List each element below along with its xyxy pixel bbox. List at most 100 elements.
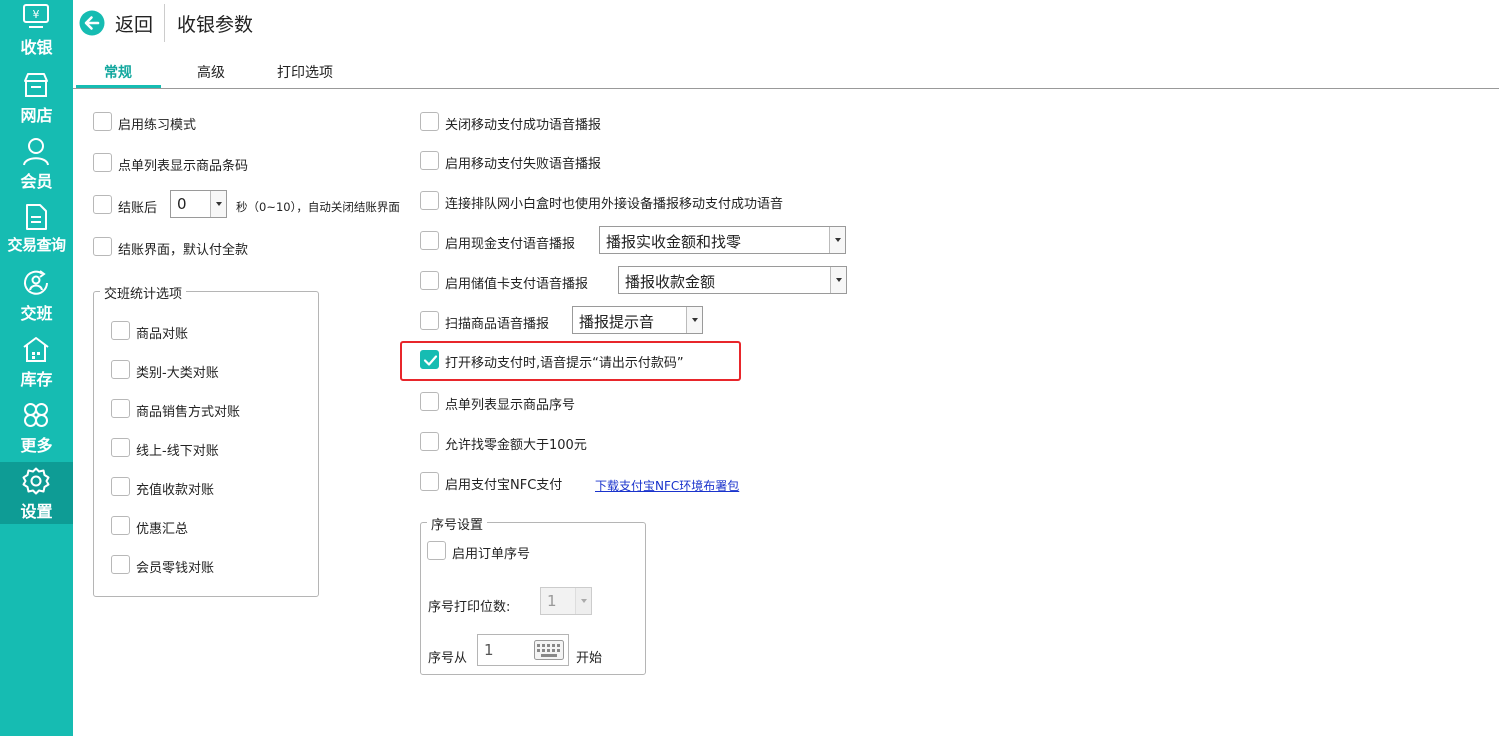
order-serial-label: 启用订单序号 [452, 547, 531, 562]
shift-option-checkbox[interactable] [111, 399, 130, 418]
document-icon [26, 204, 47, 230]
show-serial-label: 点单列表显示商品序号 [445, 398, 576, 413]
sidebar-item-cashier[interactable]: ¥ 收银 [0, 0, 73, 62]
serial-digits-label: 序号打印位数: [428, 600, 511, 615]
serial-start-prefix: 序号从 [428, 651, 468, 666]
shift-stats-group-title: 交班统计选项 [100, 283, 187, 302]
sidebar-item-label: 设置 [20, 502, 53, 521]
stored-card-voice-select[interactable]: 播报收款金额 [618, 266, 847, 294]
sidebar-item-label: 交易查询 [7, 236, 66, 254]
tab-bar: 常规 高级 打印选项 [73, 56, 1499, 89]
shift-option-checkbox[interactable] [111, 321, 130, 340]
close-mobile-success-voice-checkbox[interactable] [420, 112, 439, 131]
mobile-pay-prompt-label: 打开移动支付时,语音提示“请出示付款码” [445, 356, 684, 371]
sidebar-item-inventory[interactable]: 库存 [0, 330, 73, 392]
serial-settings-group: 序号设置 启用订单序号 序号打印位数: 1 序号从 1 开始 [420, 514, 646, 675]
sidebar-item-label: 库存 [20, 370, 53, 389]
shift-option-checkbox[interactable] [111, 438, 130, 457]
shift-option-label: 类别-大类对账 [136, 366, 219, 381]
sidebar: ¥ 收银 网店 会员 交易查询 交班 库存 更多 设置 [0, 0, 73, 736]
sidebar-item-label: 更多 [20, 436, 53, 455]
auto-close-suffix: 秒（0~10），自动关闭结账界面 [236, 200, 400, 214]
app-window: ¥ 收银 网店 会员 交易查询 交班 库存 更多 设置 返回 收银参数 常规 高… [0, 0, 1499, 736]
external-device-voice-checkbox[interactable] [420, 191, 439, 210]
cash-voice-select-value: 播报实收金额和找零 [606, 233, 742, 251]
sidebar-item-shift[interactable]: 交班 [0, 264, 73, 326]
mobile-fail-voice-label: 启用移动支付失败语音播报 [445, 157, 602, 172]
auto-close-seconds-value: 0 [177, 195, 187, 213]
member-icon [23, 138, 49, 166]
shift-option-label: 商品对账 [136, 327, 189, 342]
sidebar-item-label: 交班 [20, 304, 53, 323]
sidebar-item-more[interactable]: 更多 [0, 396, 73, 458]
cash-voice-select[interactable]: 播报实收金额和找零 [599, 226, 846, 254]
serial-digits-select[interactable]: 1 [540, 587, 592, 615]
sidebar-item-label: 网店 [20, 106, 53, 125]
back-arrow-icon [79, 10, 105, 36]
cash-voice-checkbox[interactable] [420, 231, 439, 250]
store-icon [24, 73, 48, 97]
shift-option-checkbox[interactable] [111, 516, 130, 535]
sidebar-item-label: 收银 [20, 38, 53, 57]
sidebar-item-transactions[interactable]: 交易查询 [0, 198, 73, 260]
sidebar-item-store[interactable]: 网店 [0, 66, 73, 128]
shift-option-label: 充值收款对账 [136, 483, 215, 498]
shift-option-label: 商品销售方式对账 [136, 405, 241, 420]
sidebar-item-label: 会员 [20, 172, 53, 191]
show-barcode-label: 点单列表显示商品条码 [118, 159, 249, 174]
shift-option-checkbox[interactable] [111, 360, 130, 379]
allow-change-checkbox[interactable] [420, 432, 439, 451]
gear-icon [22, 467, 50, 495]
scan-voice-checkbox[interactable] [420, 311, 439, 330]
sidebar-item-member[interactable]: 会员 [0, 132, 73, 194]
auto-close-checkbox[interactable] [93, 195, 112, 214]
external-device-voice-label: 连接排队网小白盒时也使用外接设备播报移动支付成功语音 [445, 197, 784, 212]
shift-option-label: 会员零钱对账 [136, 561, 215, 576]
shift-option-label: 优惠汇总 [136, 522, 189, 537]
chevron-down-icon [686, 307, 702, 333]
order-serial-checkbox[interactable] [427, 541, 446, 560]
practice-mode-label: 启用练习模式 [118, 118, 197, 133]
scan-voice-select[interactable]: 播报提示音 [572, 306, 703, 334]
shift-icon [24, 270, 48, 295]
alipay-nfc-checkbox[interactable] [420, 472, 439, 491]
serial-start-input[interactable]: 1 [477, 634, 569, 666]
mobile-pay-prompt-checkbox[interactable] [420, 350, 439, 369]
tab-general[interactable]: 常规 [104, 62, 132, 82]
stored-card-voice-checkbox[interactable] [420, 271, 439, 290]
keyboard-icon[interactable] [534, 640, 564, 660]
stored-card-voice-select-value: 播报收款金额 [625, 273, 716, 291]
allow-change-label: 允许找零金额大于100元 [445, 438, 587, 453]
shift-stats-group: 交班统计选项 商品对账 类别-大类对账 商品销售方式对账 线上-线下对账 充值收… [93, 283, 319, 597]
close-mobile-success-voice-label: 关闭移动支付成功语音播报 [445, 118, 602, 133]
header: 返回 收银参数 [73, 0, 1499, 46]
serial-digits-value: 1 [547, 592, 557, 610]
auto-close-seconds-select[interactable]: 0 [170, 190, 227, 218]
default-full-payment-checkbox[interactable] [93, 237, 112, 256]
warehouse-icon [23, 337, 49, 362]
scan-voice-select-value: 播报提示音 [579, 313, 655, 331]
page-title: 收银参数 [177, 14, 254, 36]
back-label: 返回 [115, 14, 154, 36]
alipay-nfc-download-link[interactable]: 下载支付宝NFC环境布署包 [595, 477, 739, 494]
shift-option-checkbox[interactable] [111, 477, 130, 496]
practice-mode-checkbox[interactable] [93, 112, 112, 131]
show-serial-checkbox[interactable] [420, 392, 439, 411]
tab-print-options[interactable]: 打印选项 [277, 62, 333, 82]
scan-voice-label: 扫描商品语音播报 [445, 317, 550, 332]
svg-text:¥: ¥ [33, 8, 40, 21]
header-divider [164, 4, 165, 42]
auto-close-prefix: 结账后 [118, 201, 158, 216]
chevron-down-icon [829, 227, 845, 253]
sidebar-item-settings[interactable]: 设置 [0, 462, 73, 524]
check-icon [423, 355, 438, 366]
default-full-payment-label: 结账界面，默认付全款 [118, 243, 249, 258]
shift-option-checkbox[interactable] [111, 555, 130, 574]
tab-advanced[interactable]: 高级 [197, 62, 225, 82]
mobile-fail-voice-checkbox[interactable] [420, 151, 439, 170]
serial-start-value: 1 [484, 641, 494, 659]
serial-settings-group-title: 序号设置 [427, 514, 488, 533]
show-barcode-checkbox[interactable] [93, 153, 112, 172]
chevron-down-icon [575, 588, 591, 614]
chevron-down-icon [830, 267, 846, 293]
